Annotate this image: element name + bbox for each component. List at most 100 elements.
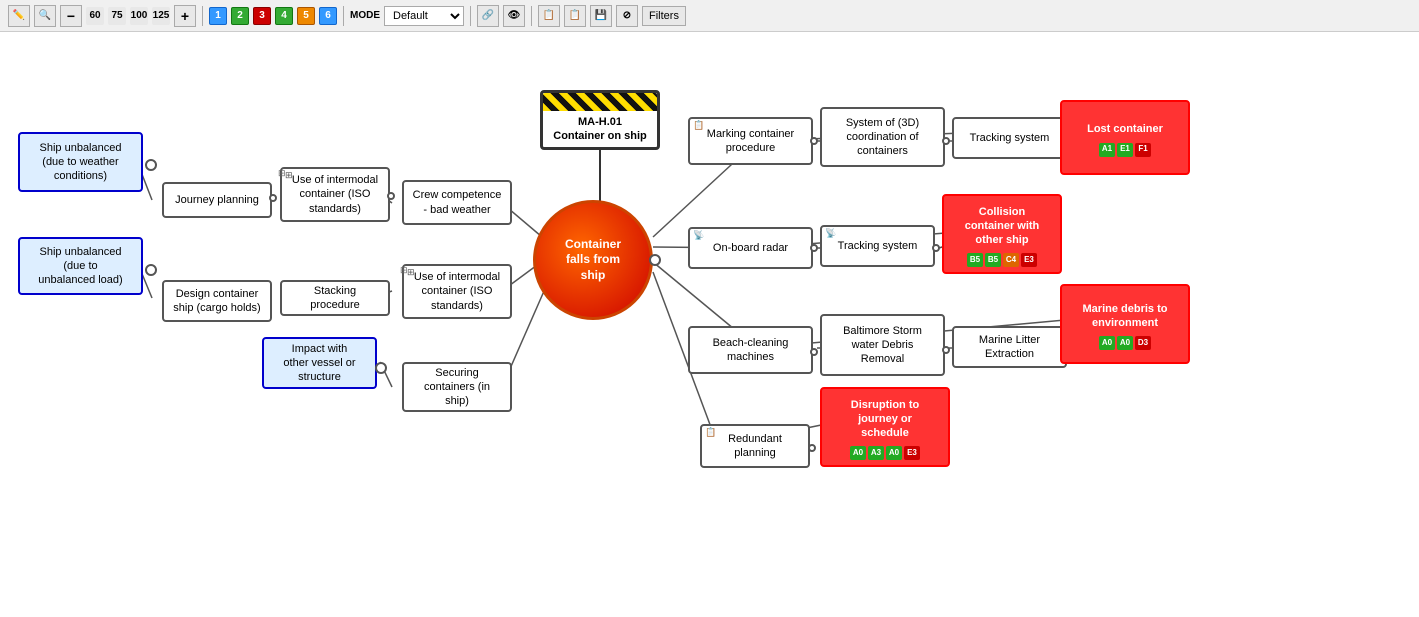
use-intermodal-2-label: Use of intermodalcontainer (ISOstandards… — [408, 266, 506, 317]
tracking-system-1-node[interactable]: Tracking system — [952, 117, 1067, 159]
separator-2 — [343, 6, 344, 26]
disruption-badges: A0 A3 A0 E3 — [850, 446, 920, 460]
system-3d-node[interactable]: System of (3D)coordination ofcontainers — [820, 107, 945, 167]
zoom-125[interactable]: 125 — [152, 7, 170, 25]
disruption-journey-label: Disruption tojourney orschedule — [845, 394, 925, 445]
layer-1[interactable]: 1 — [209, 7, 227, 25]
badge-a0b: A0 — [1117, 336, 1133, 350]
use-intermodal-1-label: Use of intermodalcontainer (ISOstandards… — [286, 169, 384, 220]
tracking-system-2-node[interactable]: 📡 Tracking system — [820, 225, 935, 267]
tracking-system-1-label: Tracking system — [964, 127, 1056, 149]
redundant-icon: 📋 — [705, 427, 716, 439]
fork-symbol-2: ⊞ — [400, 265, 408, 276]
securing-containers-label: Securingcontainers (inship) — [418, 362, 496, 413]
badge-c4: C4 — [1003, 253, 1019, 267]
search-btn[interactable]: 🔍 — [34, 5, 56, 27]
marking-container-node[interactable]: 📋 Marking containerprocedure — [688, 117, 813, 165]
top-hazard-node[interactable]: MA-H.01Container on ship — [540, 90, 660, 150]
ship-unbalanced-weather-node[interactable]: Ship unbalanced(due to weatherconditions… — [18, 132, 143, 192]
filter-icon-btn[interactable]: ⊘ — [616, 5, 638, 27]
separator-4 — [531, 6, 532, 26]
crew-competence-label: Crew competence- bad weather — [407, 184, 508, 221]
stacking-procedure-label: Stackingprocedure — [304, 280, 366, 317]
layer-3[interactable]: 3 — [253, 7, 271, 25]
beach-cleaning-node[interactable]: Beach-cleaningmachines — [688, 326, 813, 374]
ship-unbalanced-load-label: Ship unbalanced(due tounbalanced load) — [32, 241, 128, 292]
save-btn[interactable]: 💾 — [590, 5, 612, 27]
badge-a0a: A0 — [1099, 336, 1115, 350]
redundant-planning-label: Redundantplanning — [722, 428, 788, 465]
zoom-in-btn[interactable]: + — [174, 5, 196, 27]
clipboard-btn[interactable]: 📋 — [564, 5, 586, 27]
connector-weather — [145, 159, 157, 171]
hazard-label: MA-H.01Container on ship — [543, 111, 657, 148]
impact-vessel-node[interactable]: Impact withother vessel orstructure — [262, 337, 377, 389]
marking-icon: 📋 — [693, 120, 704, 132]
edit-tool-btn[interactable]: ✏️ — [8, 5, 30, 27]
badge-f1: F1 — [1135, 143, 1151, 157]
stacking-procedure-node[interactable]: Stackingprocedure — [280, 280, 390, 316]
zoom-100[interactable]: 100 — [130, 7, 148, 25]
badge-a0d: A0 — [886, 446, 902, 460]
connector-system3d — [942, 137, 950, 145]
use-intermodal-1-node[interactable]: ⊞ Use of intermodalcontainer (ISOstandar… — [280, 167, 390, 222]
zoom-75[interactable]: 75 — [108, 7, 126, 25]
impact-vessel-label: Impact withother vessel orstructure — [277, 338, 361, 389]
badge-a1: A1 — [1099, 143, 1115, 157]
connector-intermodal1 — [387, 192, 395, 200]
journey-planning-node[interactable]: Journey planning — [162, 182, 272, 218]
beach-cleaning-label: Beach-cleaningmachines — [707, 332, 795, 369]
layer-6[interactable]: 6 — [319, 7, 337, 25]
central-hazard-node[interactable]: Containerfalls fromship — [533, 200, 653, 320]
marine-debris-node[interactable]: Marine debris toenvironment A0 A0 D3 — [1060, 284, 1190, 364]
copy-btn[interactable]: 📋 — [538, 5, 560, 27]
mode-label: MODE — [350, 10, 380, 21]
connector-beach — [810, 348, 818, 356]
fork-symbol-1: ⊞ — [278, 168, 286, 179]
collision-container-node[interactable]: Collisioncontainer withother ship B5 B5 … — [942, 194, 1062, 274]
mode-select[interactable]: Default — [384, 6, 464, 26]
layer-5[interactable]: 5 — [297, 7, 315, 25]
lost-container-badges: A1 E1 F1 — [1099, 143, 1151, 157]
baltimore-storm-node[interactable]: Baltimore Stormwater DebrisRemoval — [820, 314, 945, 376]
marine-badges: A0 A0 D3 — [1099, 336, 1151, 350]
zoom-out-btn[interactable]: − — [60, 5, 82, 27]
securing-containers-node[interactable]: Securingcontainers (inship) — [402, 362, 512, 412]
eye-btn[interactable]: 👁 — [503, 5, 525, 27]
zoom-60[interactable]: 60 — [86, 7, 104, 25]
ship-unbalanced-weather-label: Ship unbalanced(due to weatherconditions… — [34, 137, 128, 188]
lost-container-label: Lost container — [1081, 118, 1169, 140]
connector-marking — [810, 137, 818, 145]
ship-unbalanced-load-node[interactable]: Ship unbalanced(due tounbalanced load) — [18, 237, 143, 295]
marine-litter-node[interactable]: Marine LitterExtraction — [952, 326, 1067, 368]
design-container-label: Design containership (cargo holds) — [167, 283, 266, 320]
lost-container-node[interactable]: Lost container A1 E1 F1 — [1060, 100, 1190, 175]
on-board-radar-node[interactable]: 📡 On-board radar — [688, 227, 813, 269]
intermodal-1-icon: ⊞ — [285, 170, 293, 182]
collision-badges: B5 B5 C4 E3 — [967, 253, 1037, 267]
use-intermodal-2-node[interactable]: ⊞ Use of intermodalcontainer (ISOstandar… — [402, 264, 512, 319]
badge-e1: E1 — [1117, 143, 1133, 157]
tracking-2-icon: 📡 — [825, 228, 836, 240]
connector-redundant — [808, 444, 816, 452]
connector-radar — [810, 244, 818, 252]
canvas: MA-H.01Container on ship Containerfalls … — [0, 32, 1419, 617]
redundant-planning-node[interactable]: 📋 Redundantplanning — [700, 424, 810, 468]
connector-baltimore — [942, 346, 950, 354]
filters-btn[interactable]: Filters — [642, 6, 686, 26]
connector-impact — [375, 362, 387, 374]
marine-litter-label: Marine LitterExtraction — [973, 329, 1046, 366]
design-container-node[interactable]: Design containership (cargo holds) — [162, 280, 272, 322]
connector-tracking2 — [932, 244, 940, 252]
disruption-journey-node[interactable]: Disruption tojourney orschedule A0 A3 A0… — [820, 387, 950, 467]
toolbar: ✏️ 🔍 − 60 75 100 125 + 1 2 3 4 5 6 MODE … — [0, 0, 1419, 32]
badge-d3: D3 — [1135, 336, 1151, 350]
connector-right-hub — [649, 254, 661, 266]
radar-icon: 📡 — [693, 230, 704, 242]
layer-2[interactable]: 2 — [231, 7, 249, 25]
crew-competence-node[interactable]: Crew competence- bad weather — [402, 180, 512, 225]
link-btn[interactable]: 🔗 — [477, 5, 499, 27]
layer-4[interactable]: 4 — [275, 7, 293, 25]
warning-stripe — [543, 93, 657, 111]
baltimore-storm-label: Baltimore Stormwater DebrisRemoval — [837, 320, 928, 371]
